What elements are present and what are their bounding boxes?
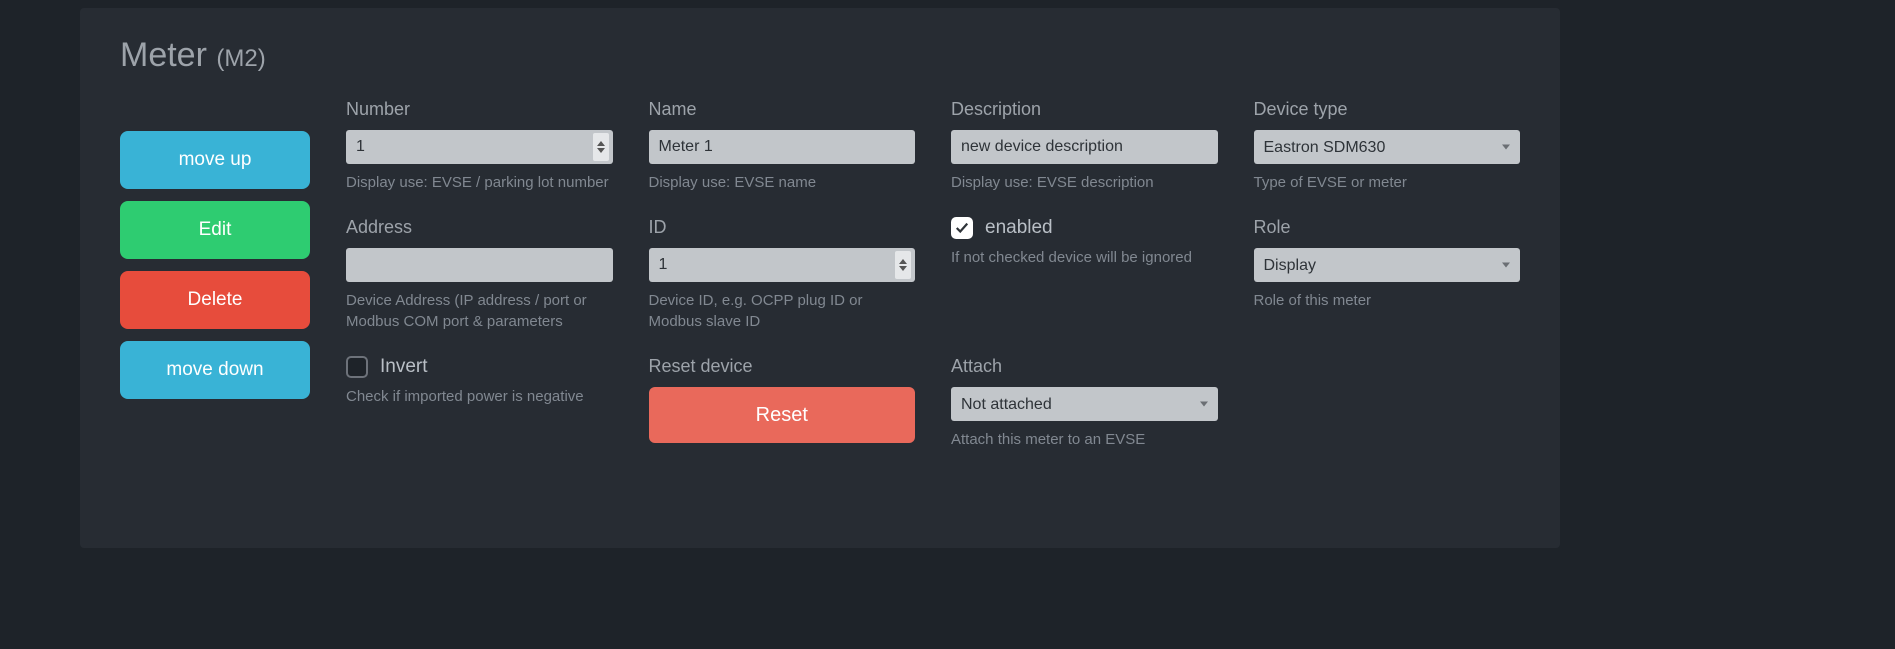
device-type-select[interactable]: Eastron SDM630 xyxy=(1254,130,1521,164)
enabled-label: enabled xyxy=(985,217,1053,239)
field-number: Number Display use: EVSE / parking lot n… xyxy=(346,99,613,193)
description-label: Description xyxy=(951,99,1218,120)
enabled-checkbox[interactable] xyxy=(951,217,973,239)
role-select[interactable]: Display xyxy=(1254,248,1521,282)
id-help: Device ID, e.g. OCPP plug ID or Modbus s… xyxy=(649,290,916,332)
field-attach: Attach Not attached Attach this meter to… xyxy=(951,356,1218,450)
name-input[interactable] xyxy=(649,130,916,164)
fields-grid: Number Display use: EVSE / parking lot n… xyxy=(346,99,1520,450)
device-type-help: Type of EVSE or meter xyxy=(1254,172,1521,193)
field-id: ID Device ID, e.g. OCPP plug ID or Modbu… xyxy=(649,217,916,332)
delete-button[interactable]: Delete xyxy=(120,271,310,329)
attach-select[interactable]: Not attached xyxy=(951,387,1218,421)
reset-button[interactable]: Reset xyxy=(649,387,916,443)
address-help: Device Address (IP address / port or Mod… xyxy=(346,290,613,332)
reset-label: Reset device xyxy=(649,356,916,377)
name-label: Name xyxy=(649,99,916,120)
action-sidebar: move up Edit Delete move down xyxy=(120,99,310,450)
field-enabled: enabled If not checked device will be ig… xyxy=(951,217,1218,332)
panel-title: Meter (M2) xyxy=(120,36,1520,75)
field-empty xyxy=(1254,356,1521,450)
address-input[interactable] xyxy=(346,248,613,282)
title-main: Meter xyxy=(120,36,207,74)
number-input[interactable] xyxy=(346,130,613,164)
check-icon xyxy=(955,221,969,235)
title-sub: (M2) xyxy=(216,45,265,72)
name-help: Display use: EVSE name xyxy=(649,172,916,193)
device-type-label: Device type xyxy=(1254,99,1521,120)
invert-help: Check if imported power is negative xyxy=(346,386,613,407)
meter-panel: Meter (M2) move up Edit Delete move down… xyxy=(80,8,1560,548)
field-invert: Invert Check if imported power is negati… xyxy=(346,356,613,450)
id-label: ID xyxy=(649,217,916,238)
number-label: Number xyxy=(346,99,613,120)
attach-help: Attach this meter to an EVSE xyxy=(951,429,1218,450)
id-stepper[interactable] xyxy=(895,251,911,279)
role-help: Role of this meter xyxy=(1254,290,1521,311)
invert-label: Invert xyxy=(380,356,428,378)
description-input[interactable] xyxy=(951,130,1218,164)
field-description: Description Display use: EVSE descriptio… xyxy=(951,99,1218,193)
field-address: Address Device Address (IP address / por… xyxy=(346,217,613,332)
number-help: Display use: EVSE / parking lot number xyxy=(346,172,613,193)
enabled-help: If not checked device will be ignored xyxy=(951,247,1218,268)
edit-button[interactable]: Edit xyxy=(120,201,310,259)
field-name: Name Display use: EVSE name xyxy=(649,99,916,193)
attach-label: Attach xyxy=(951,356,1218,377)
field-reset: Reset device Reset xyxy=(649,356,916,450)
move-down-button[interactable]: move down xyxy=(120,341,310,399)
number-stepper[interactable] xyxy=(593,133,609,161)
panel-content: move up Edit Delete move down Number Dis… xyxy=(120,99,1520,450)
id-input[interactable] xyxy=(649,248,916,282)
role-label: Role xyxy=(1254,217,1521,238)
address-label: Address xyxy=(346,217,613,238)
description-help: Display use: EVSE description xyxy=(951,172,1218,193)
field-device-type: Device type Eastron SDM630 Type of EVSE … xyxy=(1254,99,1521,193)
invert-checkbox[interactable] xyxy=(346,356,368,378)
move-up-button[interactable]: move up xyxy=(120,131,310,189)
field-role: Role Display Role of this meter xyxy=(1254,217,1521,332)
